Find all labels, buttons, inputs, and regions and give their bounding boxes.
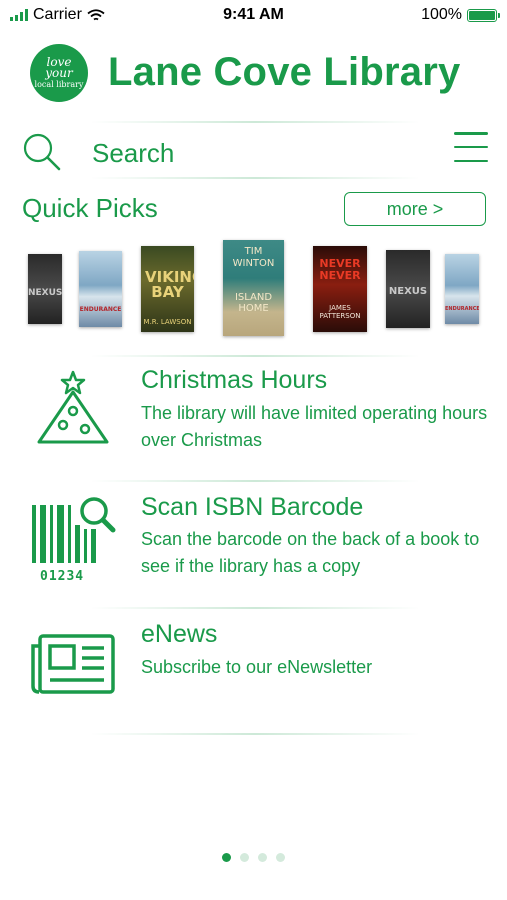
menu-item-title: Scan ISBN Barcode [141, 493, 364, 521]
divider [90, 480, 420, 482]
book-cover[interactable]: NEXUS [28, 254, 62, 324]
page-indicator[interactable] [0, 853, 507, 862]
menu-item-title: eNews [141, 620, 218, 648]
quick-picks-title: Quick Picks [22, 193, 158, 223]
battery-percent: 100% [421, 6, 462, 23]
hamburger-menu-icon[interactable] [454, 132, 488, 162]
christmas-tree-icon [37, 370, 109, 444]
scan-barcode-item[interactable]: 01234 Scan ISBN Barcode Scan the barcode… [0, 485, 507, 600]
menu-item-description: Subscribe to our eNewsletter [141, 657, 373, 677]
newspaper-icon [31, 634, 115, 694]
status-bar: Carrier 9:41 AM 100% [0, 0, 507, 30]
menu-item-description: The library will have limited operating … [141, 403, 488, 450]
christmas-hours-item[interactable]: Christmas Hours The library will have li… [0, 360, 507, 475]
quick-picks-carousel[interactable]: NEXUS ENDURANCE VIKING BAY M.R. LAWSON T… [0, 238, 507, 342]
book-cover[interactable]: NEXUS [386, 250, 430, 328]
book-cover[interactable]: ENDURANCE [79, 251, 122, 327]
book-cover[interactable]: VIKING BAY M.R. LAWSON [141, 246, 194, 332]
book-cover[interactable]: TIM WINTON ISLAND HOME [223, 240, 284, 336]
status-right: 100% [421, 6, 500, 24]
enews-item[interactable]: eNews Subscribe to our eNewsletter [0, 612, 507, 717]
divider [90, 355, 420, 357]
divider [90, 177, 420, 179]
search-icon[interactable] [22, 132, 62, 172]
divider [90, 733, 420, 735]
app-header: love your local library Lane Cove Librar… [0, 40, 507, 110]
battery-icon [467, 8, 500, 22]
search-bar[interactable]: Search [22, 128, 488, 174]
divider [90, 607, 420, 609]
divider [90, 121, 420, 123]
barcode-digits: 01234 [40, 569, 85, 584]
page-dot[interactable] [240, 853, 249, 862]
page-dot-active[interactable] [222, 853, 231, 862]
search-input[interactable]: Search [92, 138, 174, 169]
menu-item-description: Scan the barcode on the back of a book t… [141, 529, 480, 576]
page-dot[interactable] [276, 853, 285, 862]
library-logo[interactable]: love your local library [30, 44, 88, 102]
menu-item-title: Christmas Hours [141, 366, 328, 394]
book-cover[interactable]: NEVER NEVER JAMES PATTERSON [313, 246, 367, 332]
book-cover[interactable]: ENDURANCE [445, 254, 479, 324]
more-button[interactable]: more > [344, 192, 486, 226]
page-dot[interactable] [258, 853, 267, 862]
page-title: Lane Cove Library [108, 50, 461, 94]
